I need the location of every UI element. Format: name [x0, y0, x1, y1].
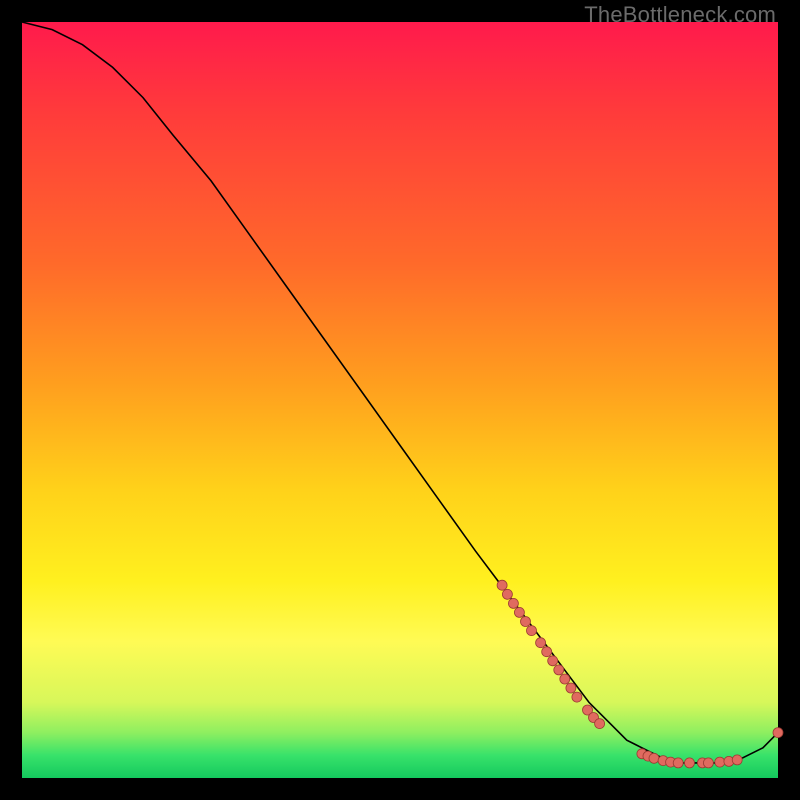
- data-dot: [566, 683, 576, 693]
- data-dot: [508, 598, 518, 608]
- data-dot: [527, 626, 537, 636]
- data-dot: [715, 757, 725, 767]
- data-dot: [521, 617, 531, 627]
- data-dots-group: [497, 580, 783, 768]
- data-dot: [595, 719, 605, 729]
- data-dot: [514, 607, 524, 617]
- data-dot: [649, 753, 659, 763]
- data-dot: [572, 692, 582, 702]
- data-dot: [703, 758, 713, 768]
- chart-plot-area: [22, 22, 778, 778]
- bottleneck-curve: [22, 22, 778, 763]
- data-dot: [560, 674, 570, 684]
- data-dot: [554, 665, 564, 675]
- data-dot: [536, 638, 546, 648]
- data-dot: [497, 580, 507, 590]
- data-dot: [773, 728, 783, 738]
- data-dot: [548, 656, 558, 666]
- chart-svg: [22, 22, 778, 778]
- data-dot: [502, 589, 512, 599]
- data-dot: [542, 647, 552, 657]
- data-dot: [673, 758, 683, 768]
- chart-frame: TheBottleneck.com: [0, 0, 800, 800]
- data-dot: [732, 755, 742, 765]
- data-dot: [685, 758, 695, 768]
